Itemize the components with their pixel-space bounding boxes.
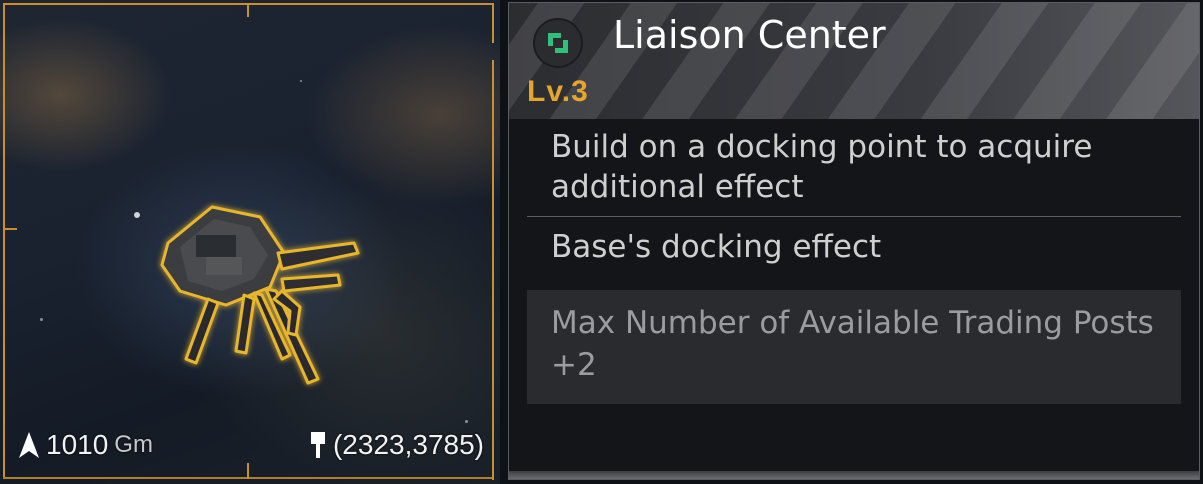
docking-effect-box: Max Number of Available Trading Posts +2 (527, 290, 1181, 404)
docking-effect-text: Max Number of Available Trading Posts +2 (551, 305, 1154, 383)
frame-edge (492, 3, 494, 43)
divider (527, 216, 1181, 217)
navigation-arrow-icon (19, 432, 39, 458)
docking-effect-heading: Base's docking effect (551, 229, 882, 265)
liaison-center-model[interactable] (150, 195, 370, 395)
screen: 1010 Gm (2323,3785) Liaison Center Lv.3 … (0, 0, 1203, 484)
location-pin-icon (310, 432, 325, 458)
distance-value: 1010 (46, 429, 109, 460)
coordinates-readout: (2323,3785) (309, 425, 484, 465)
frame-tick (3, 228, 17, 230)
building-level: Lv.3 (527, 75, 589, 108)
distance-unit: Gm (114, 431, 153, 458)
frame-tick (247, 3, 249, 17)
coordinates-value: (2323,3785) (332, 429, 484, 460)
frame-edge (492, 60, 494, 480)
panel-bottom-bar (509, 471, 1199, 479)
distance-readout: 1010 Gm (18, 425, 153, 465)
model-viewport[interactable]: 1010 Gm (2323,3785) (0, 0, 500, 484)
building-name: Liaison Center (613, 13, 886, 57)
building-type-icon (548, 33, 568, 53)
frame-tick (247, 463, 249, 479)
building-description: Build on a docking point to acquire addi… (551, 129, 1093, 205)
info-header: Liaison Center Lv.3 (509, 3, 1199, 119)
building-info-panel: Liaison Center Lv.3 Build on a docking p… (508, 2, 1200, 480)
building-type-badge (533, 18, 583, 68)
